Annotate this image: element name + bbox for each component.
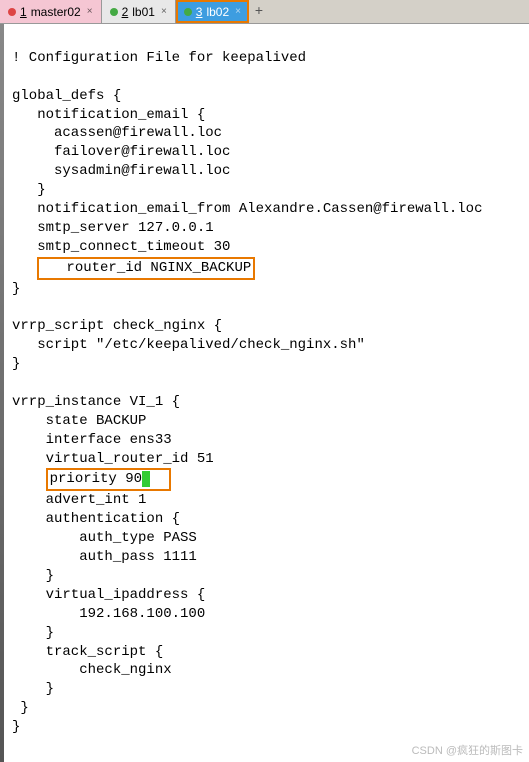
code-line: auth_type PASS (12, 530, 197, 546)
code-line: vrrp_script check_nginx { (12, 318, 222, 334)
tab-label: master02 (31, 5, 81, 19)
code-line: state BACKUP (12, 413, 146, 429)
code-line: vrrp_instance VI_1 { (12, 394, 180, 410)
code-line: } (12, 719, 20, 735)
cursor-icon (142, 471, 150, 487)
close-icon[interactable]: × (87, 6, 93, 17)
code-line: global_defs { (12, 88, 121, 104)
code-line (12, 471, 46, 487)
editor-area[interactable]: ! Configuration File for keepalived glob… (0, 24, 529, 762)
close-icon[interactable]: × (161, 6, 167, 17)
code-line: sysadmin@firewall.loc (12, 163, 230, 179)
tab-label: lb02 (206, 5, 229, 19)
code-line: smtp_connect_timeout 30 (12, 239, 230, 255)
code-line: auth_pass 1111 (12, 549, 197, 565)
code-line: virtual_ipaddress { (12, 587, 205, 603)
code-line: advert_int 1 (12, 492, 146, 508)
new-tab-button[interactable]: + (249, 0, 269, 23)
code-line: 192.168.100.100 (12, 606, 205, 622)
unsaved-dot-icon (8, 8, 16, 16)
code-line: } (12, 356, 20, 372)
code-line: virtual_router_id 51 (12, 451, 214, 467)
code-line: track_script { (12, 644, 163, 660)
watermark: CSDN @疯狂的斯图卡 (412, 742, 523, 758)
tab-label: lb01 (132, 5, 155, 19)
code-line: notification_email { (12, 107, 205, 123)
close-icon[interactable]: × (235, 6, 241, 17)
code-line: failover@firewall.loc (12, 144, 230, 160)
tab-number: 1 (20, 5, 27, 19)
saved-dot-icon (110, 8, 118, 16)
code-line: acassen@firewall.loc (12, 125, 222, 141)
code-line: interface ens33 (12, 432, 172, 448)
tab-lb01[interactable]: 2 lb01 × (102, 0, 176, 23)
tab-number: 2 (122, 5, 129, 19)
tab-lb02[interactable]: 3 lb02 × (176, 0, 249, 23)
code-content: ! Configuration File for keepalived glob… (12, 49, 529, 737)
code-line: authentication { (12, 511, 180, 527)
code-line: ! Configuration File for keepalived (12, 50, 306, 66)
code-line: } (12, 281, 20, 297)
code-line: priority 90 (50, 471, 142, 487)
highlight-priority: priority 90 (46, 468, 171, 491)
saved-dot-icon (184, 8, 192, 16)
code-line: } (12, 182, 46, 198)
code-line: } (12, 700, 29, 716)
tab-bar: 1 master02 × 2 lb01 × 3 lb02 × + (0, 0, 529, 24)
code-line: } (12, 625, 54, 641)
code-line: smtp_server 127.0.0.1 (12, 220, 214, 236)
code-line: check_nginx (12, 662, 172, 678)
code-line: } (12, 568, 54, 584)
highlight-router-id: router_id NGINX_BACKUP (37, 257, 255, 280)
code-line: router_id NGINX_BACKUP (41, 260, 251, 276)
tab-master02[interactable]: 1 master02 × (0, 0, 102, 23)
code-line: } (12, 681, 54, 697)
code-line: script "/etc/keepalived/check_nginx.sh" (12, 337, 365, 353)
tab-number: 3 (196, 5, 203, 19)
code-line: notification_email_from Alexandre.Cassen… (12, 201, 482, 217)
